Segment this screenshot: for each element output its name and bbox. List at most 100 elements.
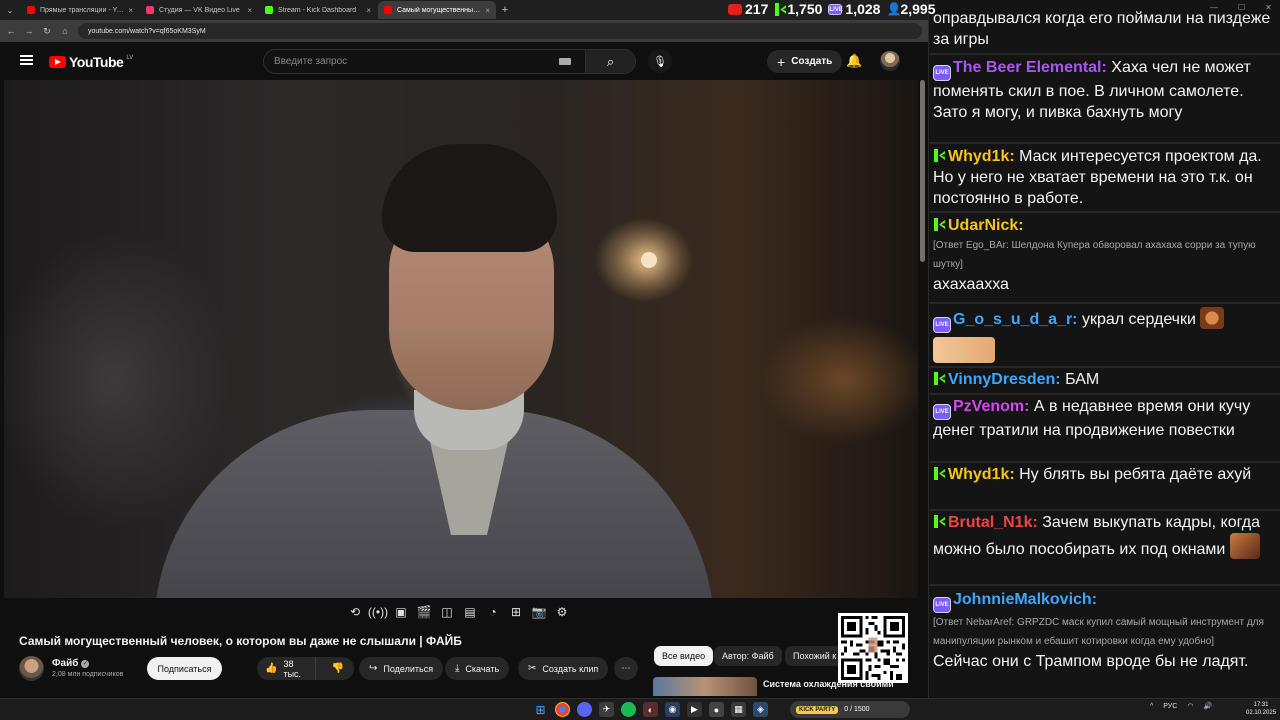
qr-code-image (841, 616, 905, 680)
windows-start-icon[interactable]: ⊞ (533, 702, 548, 717)
channel-subscriber-count: 2,08 млн подписчиков (52, 671, 124, 678)
more-actions-button[interactable]: ⋯ (614, 657, 638, 680)
browser-tab-video[interactable]: Самый могущественный ч × (378, 1, 496, 19)
chat-text: Ну блять вы ребята даёте ахуй (1019, 466, 1252, 483)
chat-username[interactable]: Whyd1k: (948, 148, 1015, 165)
download-button[interactable]: ⤓ Скачать (445, 657, 510, 680)
like-dislike-group: 👍 38 тыс. 👎 (257, 657, 354, 680)
tray-expand-icon[interactable]: ^ (1150, 703, 1153, 710)
chip-similar[interactable]: Похожий к (785, 646, 845, 666)
clapper-icon[interactable]: 🎬 (415, 603, 433, 621)
chat-message: LIVE G_o_s_u_d_a_r: украл сердечки (933, 307, 1273, 364)
screen: ⌄ Прямые трансляции - YouTube × Студия —… (0, 0, 1280, 720)
channel-avatar[interactable] (19, 656, 44, 681)
close-tab-icon[interactable]: × (485, 6, 490, 15)
viewer-counters: 217 1,750 LIVE 1,028 👤 2,995 (728, 0, 936, 18)
close-tab-icon[interactable]: × (366, 6, 371, 15)
add-frame-icon[interactable]: ⊞ (507, 603, 525, 621)
loop-icon[interactable]: ⟲ (346, 603, 364, 621)
chat-username[interactable]: PzVenom: (953, 398, 1029, 415)
home-icon[interactable]: ⌂ (60, 26, 70, 36)
create-button[interactable]: + Создать (767, 50, 843, 73)
account-avatar[interactable] (880, 51, 900, 71)
browser-tab-youtube-live[interactable]: Прямые трансляции - YouTube × (21, 1, 139, 19)
chat-message: Whyd1k: Ну блять вы ребята даёте ахуй (933, 464, 1273, 485)
related-video-thumbnail[interactable] (653, 677, 757, 696)
youtube-logo[interactable]: YouTube LV (49, 54, 133, 70)
browser-tab-vk-studio[interactable]: Студия — VK Видео Live × (140, 1, 258, 19)
address-bar[interactable]: youtube.com/watch?v=qf65oKM3SyM (78, 23, 922, 39)
camera-icon[interactable]: 📷 (530, 603, 548, 621)
chat-message: оправдывался когда его поймали на пиздеж… (933, 8, 1273, 50)
system-clock[interactable]: 17:31 02.10.2025 (1246, 701, 1276, 717)
youtube-favicon-icon (27, 6, 35, 14)
chat-username[interactable]: Brutal_N1k: (948, 514, 1038, 531)
film-strip-icon[interactable]: ▤ (461, 603, 479, 621)
voice-search-button[interactable]: 🎙 (648, 49, 672, 73)
close-tab-icon[interactable]: × (128, 6, 133, 15)
chat-username[interactable]: The Beer Elemental: (953, 59, 1107, 76)
browser-icon[interactable]: ◈ (753, 702, 768, 717)
minimize-icon[interactable]: — (1210, 3, 1218, 12)
browser-tab-kick-dashboard[interactable]: Stream - Kick Dashboard × (259, 1, 377, 19)
close-tab-icon[interactable]: × (247, 6, 252, 15)
search-input[interactable]: Введите запрос (264, 56, 559, 67)
tab-label: Прямые трансляции - YouTube (40, 6, 125, 14)
wifi-icon[interactable]: ◠ (1187, 702, 1193, 710)
notifications-bell-icon[interactable]: 🔔 (846, 53, 862, 69)
maximize-icon[interactable]: ☐ (1238, 3, 1245, 12)
kick-party-progress: 0 / 1500 (844, 706, 870, 713)
keyboard-icon[interactable] (559, 58, 571, 65)
settings-gear-icon[interactable]: ⚙ (553, 603, 571, 621)
share-button[interactable]: ↪ Поделиться (359, 657, 444, 680)
chip-author[interactable]: Автор: Файб (714, 646, 782, 666)
kick-party-widget[interactable]: KICK PARTY 0 / 1500 (790, 701, 910, 718)
microphone-icon: 🎙 (653, 55, 667, 68)
picture-in-picture-icon[interactable]: ◫ (438, 603, 456, 621)
chat-message: LIVE PzVenom: А в недавнее время они кучу… (933, 396, 1273, 441)
media-player-icon[interactable]: ▶ (687, 702, 702, 717)
steam-icon[interactable]: ◉ (665, 702, 680, 717)
subscribe-button[interactable]: Подписаться (147, 657, 222, 680)
telegram-icon[interactable]: ✈ (599, 702, 614, 717)
app-icon[interactable]: ◐ (643, 702, 658, 717)
channel-name[interactable]: Файб ✓ (52, 658, 90, 669)
tab-search-chevron-icon[interactable]: ⌄ (0, 0, 20, 20)
kick-badge-icon (933, 148, 946, 163)
video-frame-lamp (641, 252, 657, 268)
dislike-button[interactable]: 👎 (322, 663, 354, 674)
like-button[interactable]: 👍 38 тыс. (257, 657, 316, 680)
chip-all-videos[interactable]: Все видео (654, 646, 714, 666)
language-indicator[interactable]: РУС (1163, 703, 1177, 710)
chat-message: Brutal_N1k: Зачем выкупать кадры, когда … (933, 512, 1273, 560)
create-clip-button[interactable]: ✂ Создать клип (518, 657, 609, 680)
chat-divider (929, 302, 1280, 304)
chat-username[interactable]: UdarNick: (948, 217, 1024, 234)
discord-icon[interactable] (577, 702, 592, 717)
new-tab-button[interactable]: + (496, 4, 514, 16)
chrome-icon[interactable] (555, 702, 570, 717)
back-icon[interactable]: ← (6, 26, 16, 36)
spotify-icon[interactable] (621, 702, 636, 717)
reload-icon[interactable]: ↻ (42, 26, 52, 37)
screenshot-icon[interactable]: ▣ (392, 603, 410, 621)
download-icon: ⤓ (455, 663, 460, 674)
forward-icon[interactable]: → (24, 26, 34, 36)
obs-icon[interactable]: ● (709, 702, 724, 717)
explorer-icon[interactable]: ▦ (731, 702, 746, 717)
chat-username[interactable]: JohnnieMalkovich: (953, 591, 1097, 608)
video-player[interactable] (4, 80, 918, 598)
chat-username[interactable]: VinnyDresden: (948, 371, 1061, 388)
chat-username[interactable]: G_o_s_u_d_a_r: (953, 311, 1078, 328)
page-scrollbar[interactable] (920, 80, 925, 262)
menu-icon[interactable] (20, 55, 33, 65)
search-button[interactable]: ⌕ (585, 50, 635, 73)
volume-icon[interactable]: 🔊 (1203, 702, 1212, 710)
kick-badge-icon (933, 217, 946, 232)
speed-icon[interactable]: ◔ (484, 603, 502, 621)
close-window-icon[interactable]: ✕ (1265, 3, 1272, 12)
youtube-play-icon (49, 56, 66, 68)
audio-icon[interactable]: ((•)) (368, 603, 388, 621)
player-extension-toolbar: ⟲ ((•)) ▣ 🎬 ◫ ▤ ◔ ⊞ 📷 ⚙ (346, 601, 571, 623)
chat-username[interactable]: Whyd1k: (948, 466, 1015, 483)
